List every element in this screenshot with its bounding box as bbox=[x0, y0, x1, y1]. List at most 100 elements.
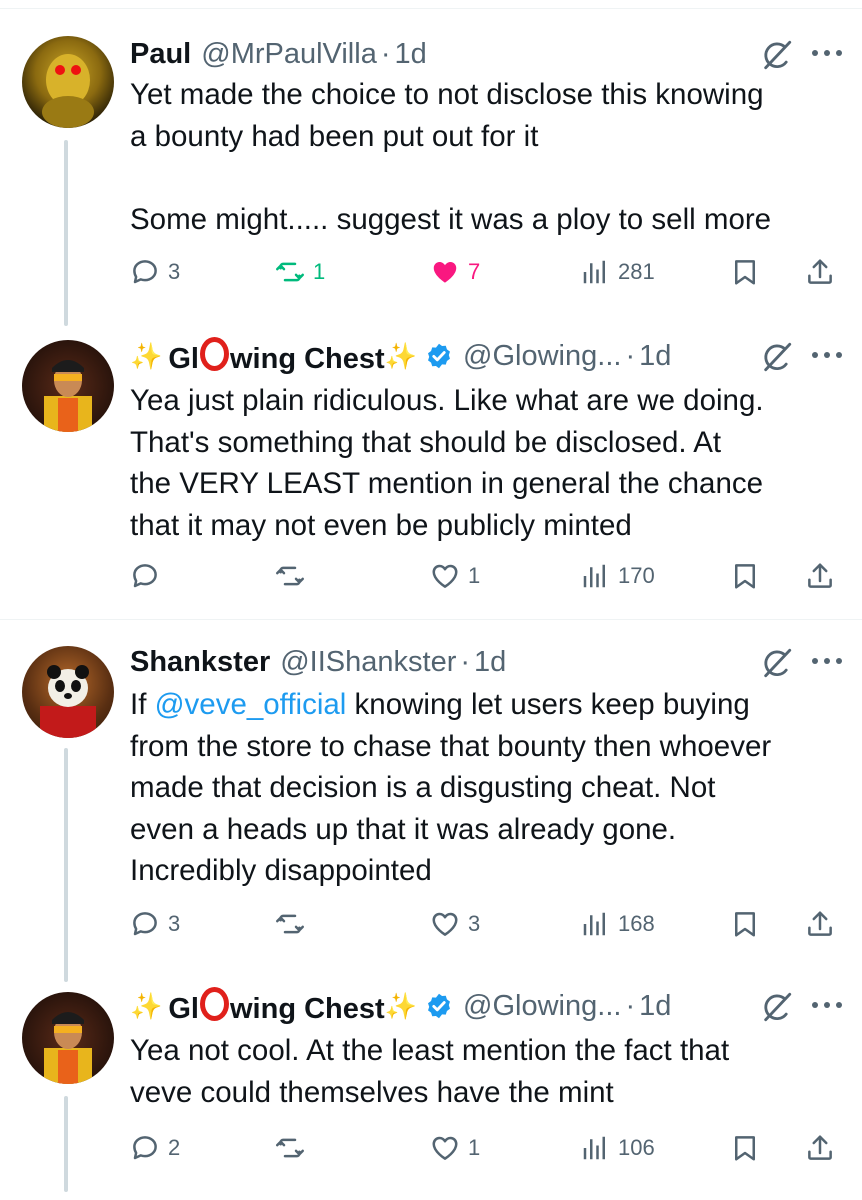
share-icon bbox=[805, 561, 835, 591]
repost-count: 1 bbox=[313, 259, 326, 284]
views-button[interactable]: 168 bbox=[580, 902, 655, 946]
reply-icon bbox=[130, 1133, 160, 1163]
like-count: 3 bbox=[468, 911, 481, 936]
timestamp[interactable]: 1d bbox=[639, 990, 671, 1023]
tweet-text: Yea not cool. At the least mention the f… bbox=[130, 1034, 730, 1109]
reply-button[interactable] bbox=[130, 554, 168, 598]
author-handle[interactable]: @Glowing... bbox=[463, 340, 621, 373]
grok-icon[interactable] bbox=[760, 38, 794, 72]
views-count: 281 bbox=[618, 259, 655, 284]
tweet-header: ✨ Gl wing Chest ✨ @Glowing... · 1d bbox=[130, 334, 842, 378]
red-circle-icon bbox=[200, 336, 229, 371]
more-icon[interactable] bbox=[812, 50, 842, 58]
separator: · bbox=[460, 645, 471, 678]
reply-count: 3 bbox=[168, 259, 181, 284]
thread-line bbox=[64, 1096, 68, 1192]
reply-button[interactable]: 2 bbox=[130, 1126, 180, 1170]
author-handle[interactable]: @Glowing... bbox=[463, 990, 621, 1023]
like-icon bbox=[430, 561, 460, 591]
timestamp[interactable]: 1d bbox=[474, 646, 506, 679]
separator: · bbox=[625, 989, 636, 1022]
share-button[interactable] bbox=[805, 250, 835, 294]
avatar[interactable] bbox=[22, 646, 114, 738]
action-bar: 2 1 106 bbox=[130, 1126, 842, 1170]
bookmark-button[interactable] bbox=[730, 1126, 760, 1170]
more-icon[interactable] bbox=[812, 352, 842, 360]
thread-line bbox=[64, 140, 68, 326]
avatar[interactable] bbox=[22, 36, 114, 128]
bookmark-button[interactable] bbox=[730, 250, 760, 294]
timestamp[interactable]: 1d bbox=[639, 340, 671, 373]
reply-icon bbox=[130, 257, 160, 287]
mention-link[interactable]: @veve_official bbox=[155, 688, 347, 721]
like-button[interactable]: 3 bbox=[430, 902, 480, 946]
views-button[interactable]: 170 bbox=[580, 554, 655, 598]
views-count: 170 bbox=[618, 563, 655, 588]
sparkle-icon: ✨ bbox=[384, 990, 418, 1021]
verified-badge-icon[interactable] bbox=[425, 992, 453, 1020]
more-icon[interactable] bbox=[812, 658, 842, 666]
tweet-text: Yet made the choice to not disclose this… bbox=[130, 78, 772, 236]
like-button[interactable]: 7 bbox=[430, 250, 480, 294]
like-button[interactable]: 1 bbox=[430, 554, 480, 598]
tweet-header: ✨ Gl wing Chest ✨ @Glowing... · 1d bbox=[130, 984, 842, 1028]
repost-button[interactable] bbox=[275, 1126, 313, 1170]
author-handle[interactable]: @IIShankster bbox=[280, 646, 456, 679]
reply-icon bbox=[130, 561, 160, 591]
repost-icon bbox=[275, 1133, 305, 1163]
tweet-text: Yea just plain ridiculous. Like what are… bbox=[130, 384, 764, 542]
share-icon bbox=[805, 909, 835, 939]
author-handle[interactable]: @MrPaulVilla bbox=[201, 38, 377, 71]
like-button[interactable]: 1 bbox=[430, 1126, 480, 1170]
sparkle-icon: ✨ bbox=[130, 340, 163, 371]
share-button[interactable] bbox=[805, 902, 835, 946]
like-icon bbox=[430, 909, 460, 939]
top-divider bbox=[0, 8, 862, 9]
avatar[interactable] bbox=[22, 340, 114, 432]
author-name[interactable]: Gl wing Chest bbox=[168, 336, 385, 376]
separator: · bbox=[380, 37, 391, 70]
grok-icon[interactable] bbox=[760, 990, 794, 1024]
more-icon[interactable] bbox=[812, 1002, 842, 1010]
share-button[interactable] bbox=[805, 1126, 835, 1170]
author-name[interactable]: Paul bbox=[130, 38, 191, 71]
avatar[interactable] bbox=[22, 992, 114, 1084]
bookmark-icon bbox=[730, 257, 760, 287]
views-button[interactable]: 281 bbox=[580, 250, 655, 294]
bookmark-button[interactable] bbox=[730, 902, 760, 946]
action-bar: 3 3 168 bbox=[130, 902, 842, 946]
like-count: 7 bbox=[468, 259, 481, 284]
views-icon bbox=[580, 1133, 610, 1163]
views-button[interactable]: 106 bbox=[580, 1126, 655, 1170]
red-circle-icon bbox=[200, 986, 229, 1021]
like-count: 1 bbox=[468, 1135, 481, 1160]
repost-button[interactable] bbox=[275, 554, 313, 598]
like-count: 1 bbox=[468, 563, 481, 588]
views-icon bbox=[580, 909, 610, 939]
bookmark-icon bbox=[730, 561, 760, 591]
sparkle-icon: ✨ bbox=[384, 340, 418, 371]
verified-badge-icon[interactable] bbox=[425, 342, 453, 370]
views-icon bbox=[580, 257, 610, 287]
sparkle-icon: ✨ bbox=[130, 990, 163, 1021]
action-bar: 1 170 bbox=[130, 554, 842, 598]
thread-line bbox=[64, 748, 68, 982]
bookmark-button[interactable] bbox=[730, 554, 760, 598]
bookmark-icon bbox=[730, 909, 760, 939]
views-count: 106 bbox=[618, 1135, 655, 1160]
reply-button[interactable]: 3 bbox=[130, 902, 180, 946]
author-name[interactable]: Gl wing Chest bbox=[168, 986, 385, 1026]
tweet-header: Shankster @IIShankster · 1d bbox=[130, 640, 842, 684]
repost-icon bbox=[275, 257, 305, 287]
author-name[interactable]: Shankster bbox=[130, 646, 270, 679]
grok-icon[interactable] bbox=[760, 646, 794, 680]
share-button[interactable] bbox=[805, 554, 835, 598]
timestamp[interactable]: 1d bbox=[395, 38, 427, 71]
repost-button[interactable] bbox=[275, 902, 313, 946]
share-icon bbox=[805, 1133, 835, 1163]
grok-icon[interactable] bbox=[760, 340, 794, 374]
reply-icon bbox=[130, 909, 160, 939]
reply-button[interactable]: 3 bbox=[130, 250, 180, 294]
separator: · bbox=[625, 339, 636, 372]
repost-button[interactable]: 1 bbox=[275, 250, 325, 294]
